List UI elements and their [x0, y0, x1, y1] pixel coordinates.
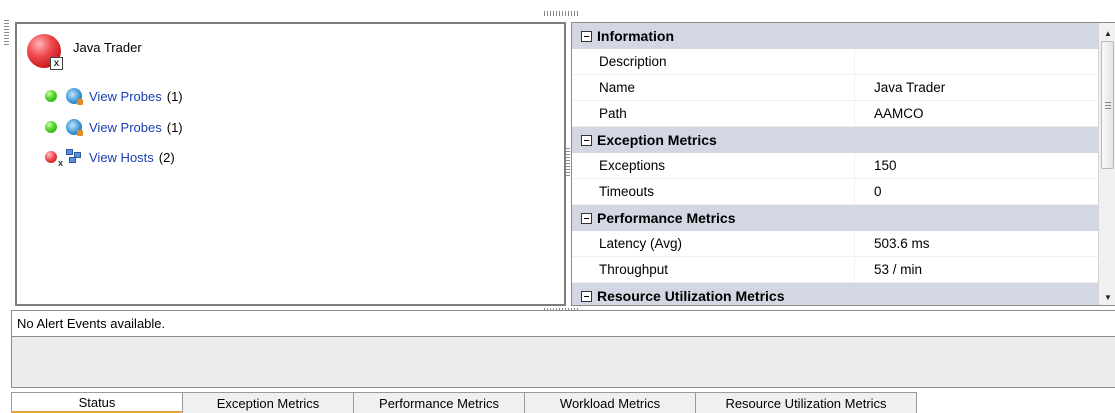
section-information[interactable]: Information: [572, 23, 1099, 49]
tree-item-hosts[interactable]: x View Hosts (2): [45, 147, 175, 168]
scroll-up-icon[interactable]: ▲: [1099, 25, 1115, 41]
tree-pane: x Java Trader View Probes (1) View Probe…: [15, 22, 566, 306]
probe-count: (1): [166, 88, 183, 104]
scroll-down-icon[interactable]: ▼: [1099, 289, 1115, 305]
ok-status-icon: [45, 90, 57, 102]
section-title: Performance Metrics: [597, 210, 736, 226]
section-title: Resource Utilization Metrics: [597, 288, 785, 304]
property-row[interactable]: Name Java Trader: [572, 75, 1099, 101]
property-row[interactable]: Timeouts 0: [572, 179, 1099, 205]
view-probes-link[interactable]: View Probes: [89, 120, 162, 135]
bottom-tab-bar: Status Exception Metrics Performance Met…: [11, 392, 917, 413]
probe-count: (1): [166, 119, 183, 135]
tree-item-probes-1[interactable]: View Probes (1): [45, 86, 183, 106]
critical-status-icon: x: [27, 34, 63, 70]
left-splitter-grip[interactable]: [4, 20, 9, 45]
collapse-icon[interactable]: [581, 290, 592, 302]
hosts-icon: [66, 149, 82, 165]
collapse-icon[interactable]: [581, 212, 592, 224]
view-hosts-link[interactable]: View Hosts: [89, 150, 154, 165]
top-splitter-grip[interactable]: [544, 11, 580, 16]
section-title: Exception Metrics: [597, 132, 717, 148]
tab-performance-metrics[interactable]: Performance Metrics: [353, 392, 525, 413]
section-exception-metrics[interactable]: Exception Metrics: [572, 127, 1099, 153]
alert-message: No Alert Events available.: [12, 311, 1115, 337]
close-badge-icon: x: [50, 57, 63, 70]
collapse-icon[interactable]: [581, 134, 592, 146]
property-name: Throughput: [599, 262, 669, 277]
property-row[interactable]: Throughput 53 / min: [572, 257, 1099, 283]
property-row[interactable]: Description: [572, 49, 1099, 75]
vertical-scrollbar[interactable]: ▲ ▼: [1098, 23, 1115, 305]
property-grid: Information Description Name Java Trader…: [571, 22, 1115, 306]
scrollbar-thumb[interactable]: [1101, 41, 1114, 169]
view-probes-link[interactable]: View Probes: [89, 89, 162, 104]
property-value: 150: [854, 153, 1099, 178]
property-row[interactable]: Path AAMCO: [572, 101, 1099, 127]
property-name: Exceptions: [599, 158, 666, 173]
property-row[interactable]: Exceptions 150: [572, 153, 1099, 179]
section-resource-utilization-metrics[interactable]: Resource Utilization Metrics: [572, 283, 1099, 305]
property-value: [854, 49, 1099, 74]
property-name: Latency (Avg): [599, 236, 683, 251]
property-name: Name: [599, 80, 636, 95]
tree-item-probes-2[interactable]: View Probes (1): [45, 117, 183, 137]
property-row[interactable]: Latency (Avg) 503.6 ms: [572, 231, 1099, 257]
vertical-splitter-grip[interactable]: [566, 148, 570, 178]
property-value: AAMCO: [854, 101, 1099, 126]
section-performance-metrics[interactable]: Performance Metrics: [572, 205, 1099, 231]
tab-resource-utilization-metrics[interactable]: Resource Utilization Metrics: [695, 392, 917, 413]
property-value: Java Trader: [854, 75, 1099, 100]
tab-exception-metrics[interactable]: Exception Metrics: [182, 392, 354, 413]
property-name: Timeouts: [599, 184, 655, 199]
dashboard-frame: x Java Trader View Probes (1) View Probe…: [4, 8, 1115, 413]
tree-root[interactable]: x Java Trader: [27, 34, 142, 70]
root-label: Java Trader: [73, 39, 142, 55]
probe-icon: [66, 88, 83, 105]
section-title: Information: [597, 28, 674, 44]
ok-status-icon: [45, 121, 57, 133]
alert-events-pane: No Alert Events available.: [11, 310, 1115, 388]
property-name: Path: [599, 106, 627, 121]
probe-icon: [66, 119, 83, 136]
tab-workload-metrics[interactable]: Workload Metrics: [524, 392, 696, 413]
property-value: 53 / min: [854, 257, 1099, 282]
collapse-icon[interactable]: [581, 30, 592, 42]
property-value: 0: [854, 179, 1099, 204]
property-value: 503.6 ms: [854, 231, 1099, 256]
error-status-icon: x: [45, 151, 63, 168]
hosts-count: (2): [158, 149, 175, 165]
property-grid-content: Information Description Name Java Trader…: [572, 23, 1099, 305]
property-name: Description: [599, 54, 667, 69]
tab-status[interactable]: Status: [11, 392, 183, 413]
